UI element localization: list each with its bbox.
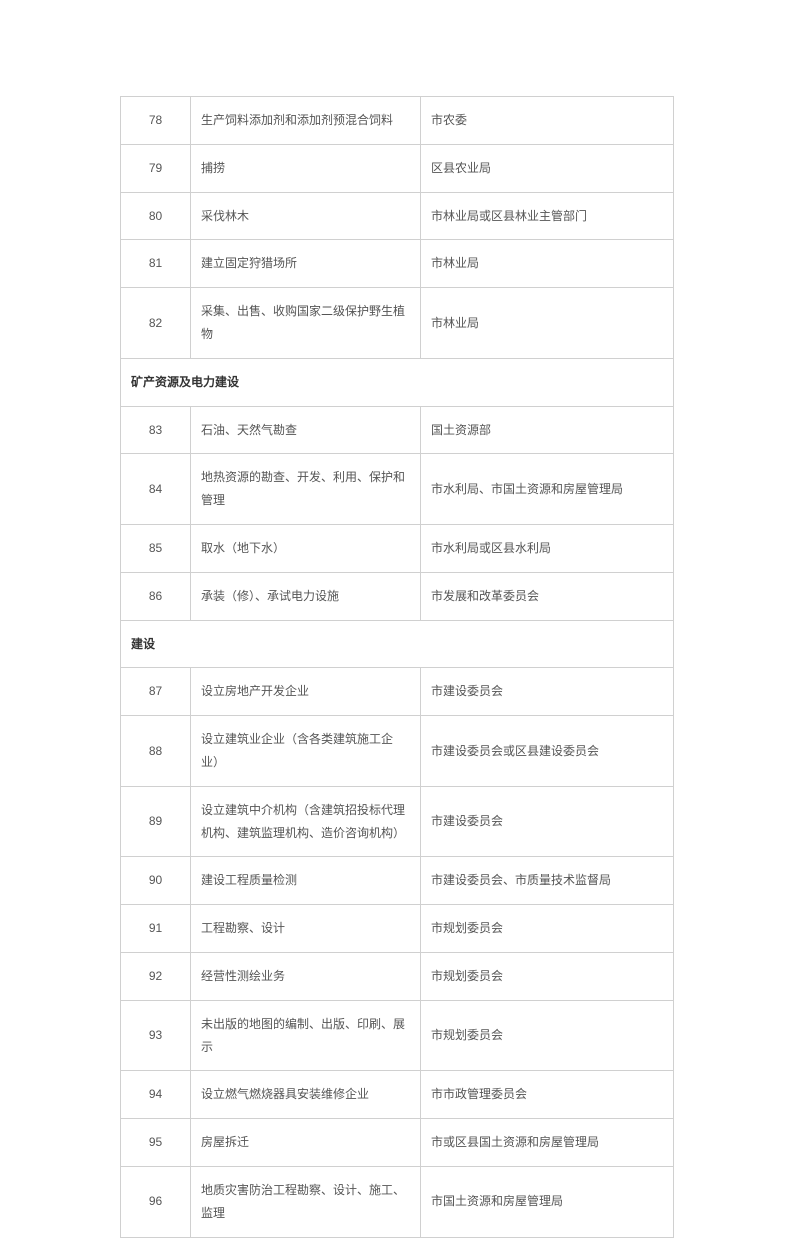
table-row: 81建立固定狩猎场所市林业局 (121, 240, 674, 288)
row-item: 承装（修）、承试电力设施 (191, 572, 421, 620)
table-row: 93未出版的地图的编制、出版、印刷、展示市规划委员会 (121, 1000, 674, 1071)
row-dept: 市或区县国土资源和房屋管理局 (421, 1119, 674, 1167)
row-dept: 市建设委员会、市质量技术监督局 (421, 857, 674, 905)
row-number: 90 (121, 857, 191, 905)
row-item: 生产饲料添加剂和添加剂预混合饲料 (191, 97, 421, 145)
row-number: 87 (121, 668, 191, 716)
table-row: 86承装（修）、承试电力设施市发展和改革委员会 (121, 572, 674, 620)
row-number: 81 (121, 240, 191, 288)
table-row: 94设立燃气燃烧器具安装维修企业市市政管理委员会 (121, 1071, 674, 1119)
row-dept: 市建设委员会 (421, 786, 674, 857)
row-item: 未出版的地图的编制、出版、印刷、展示 (191, 1000, 421, 1071)
table-row: 78生产饲料添加剂和添加剂预混合饲料市农委 (121, 97, 674, 145)
row-dept: 市水利局或区县水利局 (421, 524, 674, 572)
row-dept: 市市政管理委员会 (421, 1071, 674, 1119)
row-item: 建设工程质量检测 (191, 857, 421, 905)
row-item: 采集、出售、收购国家二级保护野生植物 (191, 288, 421, 359)
row-dept: 市规划委员会 (421, 1000, 674, 1071)
row-number: 88 (121, 716, 191, 787)
data-table: 78生产饲料添加剂和添加剂预混合饲料市农委79捕捞区县农业局80采伐林木市林业局… (120, 96, 674, 1238)
row-number: 93 (121, 1000, 191, 1071)
row-number: 85 (121, 524, 191, 572)
row-number: 78 (121, 97, 191, 145)
section-header: 建设 (121, 620, 674, 668)
row-item: 捕捞 (191, 144, 421, 192)
row-number: 86 (121, 572, 191, 620)
row-dept: 市规划委员会 (421, 952, 674, 1000)
table-row: 79捕捞区县农业局 (121, 144, 674, 192)
row-item: 取水（地下水） (191, 524, 421, 572)
table-row: 87设立房地产开发企业市建设委员会 (121, 668, 674, 716)
row-item: 设立建筑中介机构（含建筑招投标代理机构、建筑监理机构、造价咨询机构） (191, 786, 421, 857)
table-row: 92经营性测绘业务市规划委员会 (121, 952, 674, 1000)
row-item: 地质灾害防治工程勘察、设计、施工、监理 (191, 1166, 421, 1237)
row-item: 工程勘察、设计 (191, 905, 421, 953)
row-dept: 市林业局 (421, 240, 674, 288)
page-container: 78生产饲料添加剂和添加剂预混合饲料市农委79捕捞区县农业局80采伐林木市林业局… (0, 0, 794, 1238)
section-header: 矿产资源及电力建设 (121, 358, 674, 406)
row-dept: 市林业局或区县林业主管部门 (421, 192, 674, 240)
row-dept: 市建设委员会或区县建设委员会 (421, 716, 674, 787)
row-item: 石油、天然气勘查 (191, 406, 421, 454)
row-item: 设立建筑业企业（含各类建筑施工企业） (191, 716, 421, 787)
row-dept: 市发展和改革委员会 (421, 572, 674, 620)
table-row: 80采伐林木市林业局或区县林业主管部门 (121, 192, 674, 240)
row-number: 82 (121, 288, 191, 359)
row-number: 83 (121, 406, 191, 454)
table-row: 88设立建筑业企业（含各类建筑施工企业）市建设委员会或区县建设委员会 (121, 716, 674, 787)
table-row: 82采集、出售、收购国家二级保护野生植物市林业局 (121, 288, 674, 359)
row-item: 地热资源的勘查、开发、利用、保护和管理 (191, 454, 421, 525)
row-item: 经营性测绘业务 (191, 952, 421, 1000)
row-dept: 市规划委员会 (421, 905, 674, 953)
row-dept: 市林业局 (421, 288, 674, 359)
row-number: 91 (121, 905, 191, 953)
row-item: 采伐林木 (191, 192, 421, 240)
section-header-row: 矿产资源及电力建设 (121, 358, 674, 406)
table-row: 91工程勘察、设计市规划委员会 (121, 905, 674, 953)
row-number: 96 (121, 1166, 191, 1237)
table-row: 95房屋拆迁市或区县国土资源和房屋管理局 (121, 1119, 674, 1167)
row-number: 95 (121, 1119, 191, 1167)
table-row: 90建设工程质量检测市建设委员会、市质量技术监督局 (121, 857, 674, 905)
row-number: 89 (121, 786, 191, 857)
table-row: 85取水（地下水）市水利局或区县水利局 (121, 524, 674, 572)
row-number: 94 (121, 1071, 191, 1119)
row-number: 92 (121, 952, 191, 1000)
section-header-row: 建设 (121, 620, 674, 668)
row-item: 设立燃气燃烧器具安装维修企业 (191, 1071, 421, 1119)
row-dept: 市农委 (421, 97, 674, 145)
row-item: 房屋拆迁 (191, 1119, 421, 1167)
row-number: 84 (121, 454, 191, 525)
row-item: 建立固定狩猎场所 (191, 240, 421, 288)
row-dept: 市建设委员会 (421, 668, 674, 716)
row-dept: 市水利局、市国土资源和房屋管理局 (421, 454, 674, 525)
table-row: 96地质灾害防治工程勘察、设计、施工、监理市国土资源和房屋管理局 (121, 1166, 674, 1237)
table-row: 84地热资源的勘查、开发、利用、保护和管理市水利局、市国土资源和房屋管理局 (121, 454, 674, 525)
table-row: 83石油、天然气勘查国土资源部 (121, 406, 674, 454)
row-dept: 国土资源部 (421, 406, 674, 454)
row-number: 80 (121, 192, 191, 240)
row-dept: 区县农业局 (421, 144, 674, 192)
row-dept: 市国土资源和房屋管理局 (421, 1166, 674, 1237)
table-row: 89设立建筑中介机构（含建筑招投标代理机构、建筑监理机构、造价咨询机构）市建设委… (121, 786, 674, 857)
row-item: 设立房地产开发企业 (191, 668, 421, 716)
row-number: 79 (121, 144, 191, 192)
